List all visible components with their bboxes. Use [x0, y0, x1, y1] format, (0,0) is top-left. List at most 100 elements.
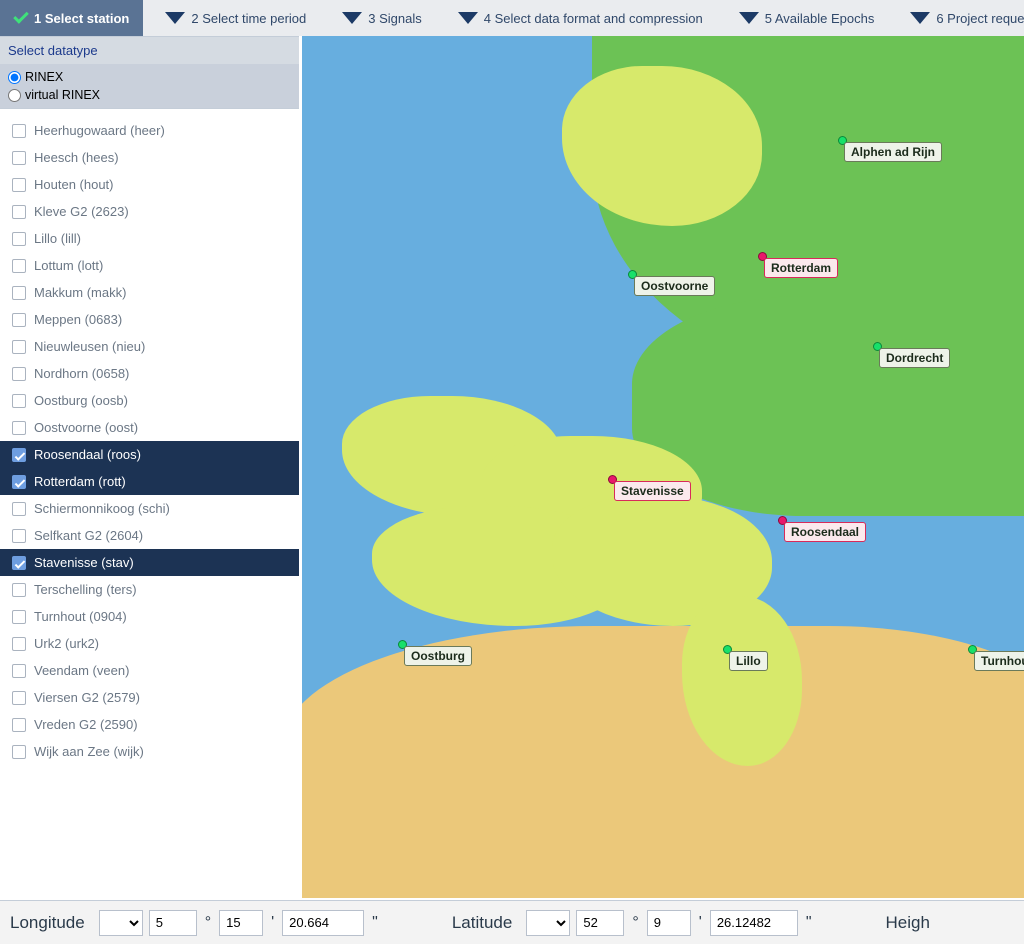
station-label: Veendam (veen) [34, 663, 129, 678]
radio-rinex-input[interactable] [8, 71, 21, 84]
wizard-step-label: 5 Available Epochs [765, 11, 875, 26]
station-row[interactable]: Vreden G2 (2590) [0, 711, 299, 738]
station-label: Vreden G2 (2590) [34, 717, 138, 732]
station-checkbox[interactable] [12, 394, 26, 408]
map-marker-label[interactable]: Lillo [729, 651, 768, 671]
station-row[interactable]: Terschelling (ters) [0, 576, 299, 603]
wizard-step[interactable]: 1 Select station [0, 0, 143, 36]
station-checkbox[interactable] [12, 259, 26, 273]
station-label: Houten (hout) [34, 177, 114, 192]
chevron-down-icon [910, 12, 930, 24]
station-checkbox[interactable] [12, 286, 26, 300]
station-checkbox[interactable] [12, 340, 26, 354]
station-row[interactable]: Stavenisse (stav) [0, 549, 299, 576]
station-checkbox[interactable] [12, 205, 26, 219]
latitude-sec-input[interactable] [710, 910, 798, 936]
coordinate-bar: Longitude E ° ' " Latitude N ° ' " Heigh [0, 900, 1024, 944]
longitude-min-input[interactable] [219, 910, 263, 936]
station-row[interactable]: Roosendaal (roos) [0, 441, 299, 468]
station-list[interactable]: Heerhugowaard (heer) Heesch (hees) Houten … [0, 108, 299, 898]
station-label: Heesch (hees) [34, 150, 119, 165]
radio-virtual-rinex[interactable]: virtual RINEX [8, 86, 291, 104]
station-checkbox[interactable] [12, 583, 26, 597]
station-row[interactable]: Heerhugowaard (heer) [0, 117, 299, 144]
map-marker-label[interactable]: Oostvoorne [634, 276, 715, 296]
longitude-sec-input[interactable] [282, 910, 364, 936]
station-checkbox[interactable] [12, 448, 26, 462]
station-label: Lottum (lott) [34, 258, 103, 273]
wizard-step[interactable]: 2 Select time period [151, 0, 320, 36]
station-row[interactable]: Schiermonnikoog (schi) [0, 495, 299, 522]
station-checkbox[interactable] [12, 502, 26, 516]
station-row[interactable]: Makkum (makk) [0, 279, 299, 306]
minute-symbol: ' [697, 914, 704, 932]
station-label: Stavenisse (stav) [34, 555, 134, 570]
wizard-step[interactable]: 5 Available Epochs [725, 0, 889, 36]
latitude-direction-select[interactable]: N [526, 910, 570, 936]
datatype-radio-group: RINEX virtual RINEX [0, 64, 299, 108]
station-checkbox[interactable] [12, 313, 26, 327]
station-row[interactable]: Viersen G2 (2579) [0, 684, 299, 711]
wizard-step[interactable]: 4 Select data format and compression [444, 0, 717, 36]
station-row[interactable]: Oostburg (oosb) [0, 387, 299, 414]
latitude-deg-input[interactable] [576, 910, 624, 936]
station-checkbox[interactable] [12, 610, 26, 624]
station-checkbox[interactable] [12, 421, 26, 435]
station-checkbox[interactable] [12, 475, 26, 489]
station-checkbox[interactable] [12, 178, 26, 192]
second-symbol: " [370, 914, 380, 932]
map-marker-label[interactable]: Stavenisse [614, 481, 691, 501]
station-row[interactable]: Oostvoorne (oost) [0, 414, 299, 441]
map-marker-label[interactable]: Roosendaal [784, 522, 866, 542]
station-checkbox[interactable] [12, 664, 26, 678]
station-row[interactable]: Turnhout (0904) [0, 603, 299, 630]
station-row[interactable]: Houten (hout) [0, 171, 299, 198]
station-checkbox[interactable] [12, 151, 26, 165]
station-row[interactable]: Selfkant G2 (2604) [0, 522, 299, 549]
radio-rinex[interactable]: RINEX [8, 68, 291, 86]
station-row[interactable]: Urk2 (urk2) [0, 630, 299, 657]
chevron-down-icon [165, 12, 185, 24]
sidebar-header: Select datatype [0, 36, 299, 64]
station-row[interactable]: Lillo (lill) [0, 225, 299, 252]
wizard-step[interactable]: 6 Project request [896, 0, 1024, 36]
station-checkbox[interactable] [12, 367, 26, 381]
station-row[interactable]: Nordhorn (0658) [0, 360, 299, 387]
station-checkbox[interactable] [12, 529, 26, 543]
longitude-direction-select[interactable]: E [99, 910, 143, 936]
station-checkbox[interactable] [12, 232, 26, 246]
station-row[interactable]: Kleve G2 (2623) [0, 198, 299, 225]
station-label: Viersen G2 (2579) [34, 690, 140, 705]
station-checkbox[interactable] [12, 718, 26, 732]
map[interactable]: Alphen ad Rijn Rotterdam Oostvoorne Dordrec… [302, 36, 1024, 898]
map-marker-label[interactable]: Turnhout [974, 651, 1024, 671]
station-row[interactable]: Rotterdam (rott) [0, 468, 299, 495]
station-label: Urk2 (urk2) [34, 636, 99, 651]
station-checkbox[interactable] [12, 124, 26, 138]
station-label: Roosendaal (roos) [34, 447, 141, 462]
station-label: Schiermonnikoog (schi) [34, 501, 170, 516]
station-checkbox[interactable] [12, 691, 26, 705]
degree-symbol: ° [630, 914, 640, 932]
wizard-step[interactable]: 3 Signals [328, 0, 435, 36]
station-row[interactable]: Wijk aan Zee (wijk) [0, 738, 299, 765]
map-marker-label[interactable]: Oostburg [404, 646, 472, 666]
radio-virtual-rinex-input[interactable] [8, 89, 21, 102]
station-row[interactable]: Lottum (lott) [0, 252, 299, 279]
station-label: Terschelling (ters) [34, 582, 137, 597]
map-marker-label[interactable]: Rotterdam [764, 258, 838, 278]
longitude-deg-input[interactable] [149, 910, 197, 936]
station-checkbox[interactable] [12, 745, 26, 759]
station-row[interactable]: Meppen (0683) [0, 306, 299, 333]
latitude-min-input[interactable] [647, 910, 691, 936]
station-label: Makkum (makk) [34, 285, 126, 300]
map-marker-label[interactable]: Alphen ad Rijn [844, 142, 942, 162]
station-checkbox[interactable] [12, 556, 26, 570]
station-label: Heerhugowaard (heer) [34, 123, 165, 138]
map-marker-label[interactable]: Dordrecht [879, 348, 950, 368]
wizard-step-label: 2 Select time period [191, 11, 306, 26]
station-checkbox[interactable] [12, 637, 26, 651]
station-row[interactable]: Heesch (hees) [0, 144, 299, 171]
station-row[interactable]: Veendam (veen) [0, 657, 299, 684]
station-row[interactable]: Nieuwleusen (nieu) [0, 333, 299, 360]
